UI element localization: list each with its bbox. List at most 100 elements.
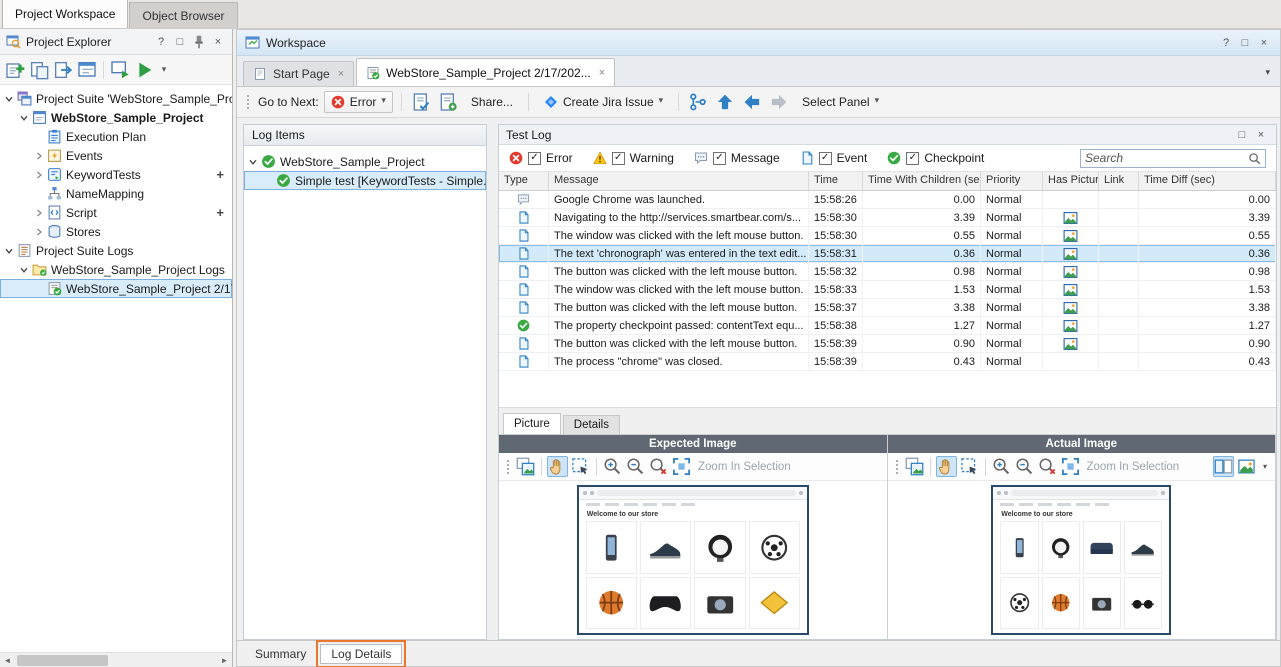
chevron-down-icon[interactable] [246, 155, 259, 168]
column-header-type[interactable]: Type [499, 172, 549, 190]
toolbar-grip[interactable] [894, 458, 899, 475]
compare-logs-button[interactable] [687, 91, 709, 113]
project-tree-item-10[interactable]: WebStore_Sample_Project 2/17/... [0, 279, 232, 298]
actual-image-thumbnail[interactable]: Welcome to our store [991, 485, 1172, 635]
log-row-0[interactable]: Google Chrome was launched. 15:58:26 0.00 N… [499, 191, 1276, 209]
column-header-time-diff-sec-[interactable]: Time Diff (sec) [1139, 172, 1276, 190]
filter-checkbox-checkpoint[interactable]: ✓ [906, 151, 920, 165]
show-comparison-button[interactable] [1213, 456, 1234, 477]
chevron-right-icon[interactable] [32, 225, 45, 238]
export-image-button[interactable] [904, 456, 925, 477]
log-items-tree-item-0[interactable]: WebStore_Sample_Project [244, 152, 486, 171]
workspace-close-button[interactable]: × [1256, 35, 1272, 51]
tab-details[interactable]: Details [562, 415, 620, 434]
doc-tab-start-page[interactable]: Start Page × [243, 61, 355, 86]
column-header-time-with-children-sec-[interactable]: Time With Children (sec) [863, 172, 981, 190]
toolbar-grip[interactable] [506, 458, 510, 475]
column-header-time[interactable]: Time [809, 172, 863, 190]
project-tree-item-7[interactable]: Stores [0, 222, 232, 241]
object-browser-button[interactable] [76, 59, 98, 81]
zoom-reset-button[interactable] [648, 456, 669, 477]
log-items-tree-item-1[interactable]: Simple test [KeywordTests - Simple... [244, 171, 486, 190]
tab-log-details[interactable]: Log Details [316, 639, 407, 667]
add-item-button[interactable]: + [216, 167, 224, 182]
log-row-6[interactable]: The button was clicked with the left mou… [499, 299, 1276, 317]
go-to-next-error-dropdown[interactable]: Error ▾ [323, 91, 393, 113]
project-tree-item-3[interactable]: Events [0, 146, 232, 165]
zoom-out-button[interactable] [625, 456, 646, 477]
project-tree-item-4[interactable]: KeywordTests + [0, 165, 232, 184]
filter-checkbox-error[interactable]: ✓ [528, 151, 541, 165]
workspace-maximize-button[interactable]: □ [1237, 35, 1253, 51]
vertical-splitter[interactable] [492, 124, 493, 640]
project-tree-item-9[interactable]: WebStore_Sample_Project Logs [0, 260, 232, 279]
tab-summary[interactable]: Summary [245, 644, 316, 664]
go-forward-button[interactable] [768, 91, 790, 113]
export-image-button[interactable] [515, 456, 536, 477]
selection-tool-button[interactable] [959, 456, 980, 477]
zoom-fit-button[interactable] [671, 456, 692, 477]
add-new-item-button[interactable] [4, 59, 26, 81]
column-header-message[interactable]: Message [549, 172, 809, 190]
filter-checkbox-message[interactable]: ✓ [712, 151, 726, 165]
chevron-down-icon[interactable] [17, 263, 30, 276]
zoom-in-button[interactable] [602, 456, 623, 477]
run-project-button[interactable] [109, 59, 131, 81]
pin-button[interactable] [191, 34, 207, 50]
tab-list-dropdown[interactable]: ▾ [1265, 67, 1270, 78]
log-row-3[interactable]: The text 'chronograph' was entered in th… [499, 245, 1276, 263]
go-to-parent-button[interactable] [714, 91, 736, 113]
select-panel-dropdown[interactable]: Select Panel ▾ [795, 91, 886, 113]
open-log-button[interactable] [410, 91, 432, 113]
search-input[interactable] [1085, 151, 1248, 165]
column-header-has-picture[interactable]: Has Picture [1043, 172, 1099, 190]
project-tree-item-5[interactable]: NameMapping [0, 184, 232, 203]
run-options-dropdown[interactable]: ▾ [157, 59, 171, 81]
project-tree-item-2[interactable]: Execution Plan [0, 127, 232, 146]
zoom-out-button[interactable] [1014, 456, 1035, 477]
expected-image-thumbnail[interactable]: Welcome to our store [576, 485, 809, 635]
doc-tab-log[interactable]: WebStore_Sample_Project 2/17/202... × [356, 58, 616, 86]
log-row-1[interactable]: Navigating to the http://services.smartb… [499, 209, 1276, 227]
zoom-fit-button[interactable] [1060, 456, 1081, 477]
chevron-down-icon[interactable] [2, 92, 15, 105]
toolbar-grip[interactable] [246, 94, 250, 110]
export-log-button[interactable] [437, 91, 459, 113]
chevron-right-icon[interactable] [32, 149, 45, 162]
project-tree-item-0[interactable]: Project Suite 'WebStore_Sample_Project' [0, 89, 232, 108]
tab-project-workspace[interactable]: Project Workspace [2, 0, 129, 28]
scroll-right-button[interactable]: ► [217, 653, 232, 667]
share-button[interactable]: Share... [464, 91, 520, 113]
zoom-reset-button[interactable] [1037, 456, 1058, 477]
scroll-left-button[interactable]: ◄ [0, 653, 15, 667]
selection-tool-button[interactable] [570, 456, 591, 477]
tab-object-browser[interactable]: Object Browser [129, 2, 238, 28]
close-button[interactable]: × [210, 34, 226, 50]
create-jira-issue-button[interactable]: Create Jira Issue ▾ [537, 91, 670, 113]
log-row-7[interactable]: The property checkpoint passed: contentT… [499, 317, 1276, 335]
column-header-priority[interactable]: Priority [981, 172, 1043, 190]
log-row-4[interactable]: The button was clicked with the left mou… [499, 263, 1276, 281]
project-tree-item-1[interactable]: WebStore_Sample_Project [0, 108, 232, 127]
close-tab-icon[interactable]: × [599, 67, 605, 79]
test-log-close-button[interactable]: × [1253, 127, 1269, 143]
log-row-8[interactable]: The button was clicked with the left mou… [499, 335, 1276, 353]
log-row-5[interactable]: The window was clicked with the left mou… [499, 281, 1276, 299]
scrollbar-track[interactable] [15, 652, 217, 667]
zoom-in-button[interactable] [991, 456, 1012, 477]
image-options-dropdown[interactable]: ▾ [1259, 457, 1271, 477]
search-box[interactable] [1080, 148, 1266, 168]
maximize-button[interactable]: □ [172, 34, 188, 50]
add-item-button[interactable]: + [216, 205, 224, 220]
project-explorer-horizontal-scrollbar[interactable]: ◄ ► [0, 652, 232, 667]
chevron-down-icon[interactable] [2, 244, 15, 257]
log-row-2[interactable]: The window was clicked with the left mou… [499, 227, 1276, 245]
test-log-maximize-button[interactable]: □ [1234, 127, 1250, 143]
chevron-right-icon[interactable] [32, 168, 45, 181]
project-tree-item-6[interactable]: Script + [0, 203, 232, 222]
chevron-right-icon[interactable] [32, 206, 45, 219]
close-tab-icon[interactable]: × [338, 68, 344, 80]
log-row-9[interactable]: The process "chrome" was closed. 15:58:39… [499, 353, 1276, 371]
image-view-options-button[interactable] [1236, 456, 1257, 477]
filter-checkbox-warning[interactable]: ✓ [611, 151, 625, 165]
